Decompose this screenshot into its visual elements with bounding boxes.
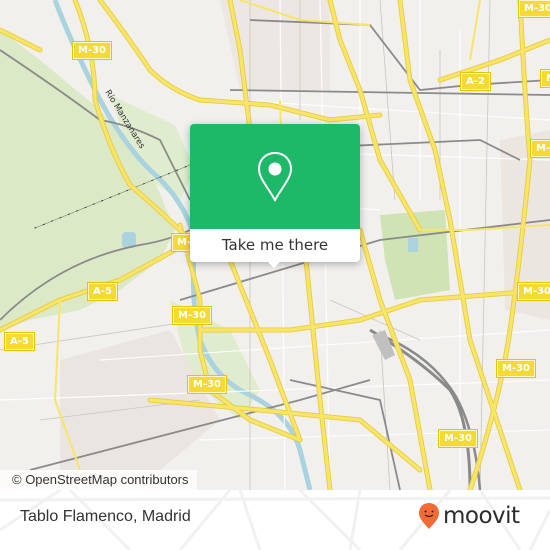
retiro-pond — [408, 238, 418, 252]
moovit-wordmark: moovit — [443, 503, 520, 529]
footer: Tablo Flamenco, Madrid moovit — [0, 490, 550, 550]
popup-pointer — [266, 260, 282, 268]
location-pin-icon — [257, 151, 293, 202]
shield-m30-east-mid: M-30 — [529, 139, 550, 158]
shield-a5-upper: A-5 — [87, 282, 118, 301]
shield-m30-east-lower: M-30 — [495, 359, 537, 378]
take-me-there-button[interactable]: Take me there — [190, 229, 360, 262]
popup-header — [190, 124, 360, 229]
shield-m30-east-upper: M-30 — [539, 69, 550, 88]
place-name: Tablo Flamenco, Madrid — [20, 508, 191, 525]
shield-m30-northwest: M-30 — [71, 41, 113, 60]
moovit-pin-icon — [419, 503, 439, 529]
shield-m30-northeast: M-30 — [517, 0, 550, 18]
shield-a5-lower: A-5 — [4, 332, 35, 351]
shield-a2: A-2 — [460, 72, 491, 91]
shield-m30-east-right: M-30 — [516, 282, 550, 301]
osm-attribution[interactable]: © OpenStreetMap contributors — [0, 470, 197, 490]
shield-m30-southwest-upper: M-30 — [171, 306, 213, 325]
moovit-logo[interactable]: moovit — [418, 502, 520, 530]
destination-popup[interactable]: Take me there — [190, 124, 360, 268]
shield-m30-southwest-lower: M-30 — [186, 375, 228, 394]
shield-m30-south: M-30 — [437, 429, 479, 448]
map-canvas[interactable]: Río Manzanares M-30 M-30 A-2 M-30 M-30 M… — [0, 0, 550, 490]
